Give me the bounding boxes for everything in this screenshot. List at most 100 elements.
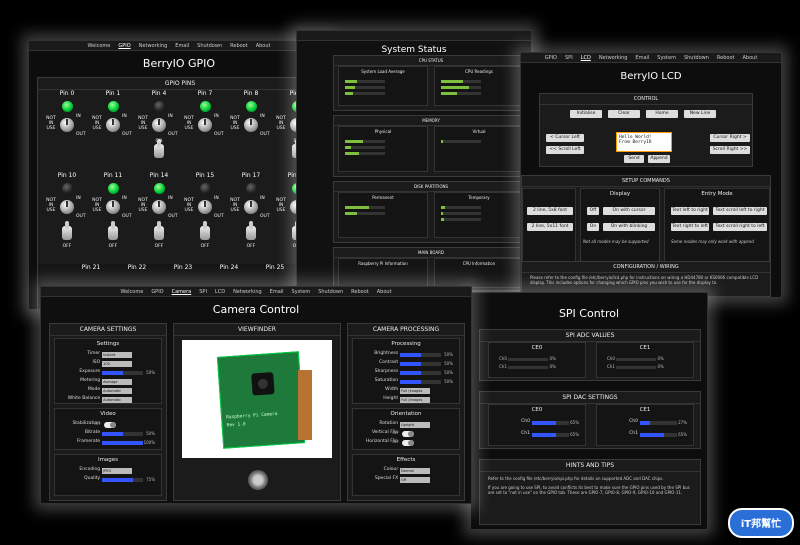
brightness-row[interactable]: Brightness 50% [357, 351, 455, 359]
dac-ce0-ch1[interactable]: Ch1 65% [493, 431, 581, 439]
brightness-slider[interactable] [400, 353, 442, 357]
gpio-toggle-switch[interactable] [200, 221, 210, 240]
gpio-pin[interactable]: Pin 15 NOT IN USE IN OUT OFF [182, 172, 228, 252]
gpio-mode-knob[interactable] [152, 200, 166, 214]
dac-ce0-ch1-slider[interactable] [531, 433, 569, 437]
special-fx-row[interactable]: Special FX Off [357, 476, 455, 484]
nav-item-networking[interactable]: Networking [599, 53, 628, 62]
vertical-flip-toggle[interactable] [402, 431, 415, 437]
gpio-pin[interactable]: Pin 11 NOT IN USE IN OUT OFF [90, 172, 136, 252]
gpio-pin[interactable]: Pin 23 [160, 264, 206, 284]
entry-scroll-ltr-button[interactable]: Text scroll left to right [713, 207, 767, 215]
bitrate-slider[interactable] [102, 432, 144, 436]
gpio-mode-knob[interactable] [198, 118, 212, 132]
scroll-right-button[interactable]: Scroll Right >> [710, 146, 750, 154]
nav-item-gpio[interactable]: GPIO [545, 53, 557, 62]
gpio-toggle-switch[interactable] [62, 221, 72, 240]
nav-item-system[interactable]: System [292, 287, 311, 296]
nav-item-camera[interactable]: Camera [172, 287, 192, 296]
exposure-row[interactable]: Exposure 50% [59, 369, 157, 377]
display-on-cursor-button[interactable]: On with cursor [603, 207, 655, 215]
exposure-slider[interactable] [102, 371, 144, 375]
nav-item-welcome[interactable]: Welcome [120, 287, 143, 296]
gpio-toggle-switch[interactable] [246, 221, 256, 240]
nav-item-shutdown[interactable]: Shutdown [318, 287, 343, 296]
nav-item-networking[interactable]: Networking [139, 41, 168, 50]
gpio-pin[interactable]: Pin 24 [206, 264, 252, 284]
lcd-home-button[interactable]: Home [646, 110, 678, 118]
stabilization-row[interactable]: Stabilization OFF [59, 421, 157, 429]
gpio-toggle-switch[interactable] [154, 221, 164, 240]
nav-item-reboot[interactable]: Reboot [717, 53, 735, 62]
timer-row[interactable]: Timer Instant [59, 351, 157, 359]
sharpness-slider[interactable] [400, 371, 442, 375]
cursor-left-button[interactable]: < Cursor Left [546, 134, 584, 142]
stabilization-toggle[interactable] [104, 422, 117, 428]
dac-ce0-ch0-slider[interactable] [531, 421, 569, 425]
dac-ce1-ch0[interactable]: Ch0 27% [601, 419, 689, 427]
width-row[interactable]: WidthFull (images only) [357, 387, 455, 399]
nav-item-about[interactable]: About [256, 41, 271, 50]
gpio-toggle-switch[interactable] [108, 221, 118, 240]
encoding-row[interactable]: Encoding JPEG (compressed) [59, 467, 157, 479]
gpio-pin[interactable]: Pin 7 NOT IN USE IN OUT [182, 90, 228, 170]
metering-row[interactable]: Metering Average [59, 378, 157, 386]
encoding-select[interactable]: JPEG (compressed) [102, 468, 132, 479]
mode-row[interactable]: Mode Automatic [59, 387, 157, 395]
nav-item-gpio[interactable]: GPIO [118, 41, 130, 50]
gpio-toggle-switch[interactable] [154, 139, 164, 158]
2line-5x11-button[interactable]: 2 line, 5x11 font [527, 223, 573, 231]
saturation-slider[interactable] [400, 380, 442, 384]
nav-item-lcd[interactable]: LCD [581, 53, 591, 62]
gpio-mode-knob[interactable] [198, 200, 212, 214]
quality-slider[interactable] [102, 478, 144, 482]
mode-select[interactable]: Automatic [102, 388, 132, 394]
framerate-row[interactable]: Framerate 100% [59, 439, 157, 447]
display-off-button[interactable]: Off [587, 207, 599, 215]
gpio-pin[interactable]: Pin 10 NOT IN USE IN OUT OFF [44, 172, 90, 252]
white-balance-row[interactable]: White Balance Automatic [59, 396, 157, 404]
nav-item-spi[interactable]: SPI [199, 287, 207, 296]
iso-select[interactable]: 100 [102, 361, 132, 367]
special-fx-select[interactable]: Off [400, 477, 430, 483]
gpio-mode-knob[interactable] [244, 200, 258, 214]
nav-item-about[interactable]: About [743, 53, 758, 62]
gpio-pin[interactable]: Pin 21 [68, 264, 114, 284]
nav-item-reboot[interactable]: Reboot [351, 287, 369, 296]
gpio-mode-knob[interactable] [106, 118, 120, 132]
lcd-clear-button[interactable]: Clear [608, 110, 640, 118]
quality-row[interactable]: Quality 75% [59, 476, 157, 484]
height-select[interactable]: Full (images only) [400, 397, 430, 408]
gpio-pin[interactable]: Pin 17 NOT IN USE IN OUT OFF [228, 172, 274, 252]
entry-rtl-button[interactable]: Text right to left [671, 223, 709, 231]
cursor-right-button[interactable]: Cursor Right > [710, 134, 750, 142]
dac-ce1-ch1-slider[interactable] [639, 433, 677, 437]
sharpness-row[interactable]: Sharpness 50% [357, 369, 455, 377]
width-select[interactable]: Full (images only) [400, 388, 430, 399]
framerate-slider[interactable] [102, 441, 144, 445]
gpio-pin[interactable]: Pin 14 NOT IN USE IN OUT OFF [136, 172, 182, 252]
gpio-mode-knob[interactable] [244, 118, 258, 132]
colour-select[interactable]: Normal [400, 468, 430, 474]
iso-row[interactable]: ISO 100 [59, 360, 157, 368]
gpio-pin[interactable]: Pin 4 NOT IN USE IN OUT ON [136, 90, 182, 170]
lcd-new-line-button[interactable]: New Line [684, 110, 716, 118]
gpio-pin[interactable]: Pin 0 NOT IN USE IN OUT [44, 90, 90, 170]
horizontal-flip-toggle[interactable] [402, 440, 415, 446]
nav-item-reboot[interactable]: Reboot [230, 41, 248, 50]
append-button[interactable]: Append [648, 155, 670, 163]
entry-scroll-rtl-button[interactable]: Text scroll right to left [713, 223, 767, 231]
display-on-button[interactable]: On [587, 223, 599, 231]
saturation-row[interactable]: Saturation 50% [357, 378, 455, 386]
horizontal-flip-row[interactable]: Horizontal Flip OFF [357, 439, 455, 447]
rotation-select[interactable]: Upright [400, 422, 430, 428]
colour-row[interactable]: Colour Normal [357, 467, 455, 475]
gpio-mode-knob[interactable] [60, 118, 74, 132]
dac-ce1-ch1[interactable]: Ch1 65% [601, 431, 689, 439]
nav-item-gpio[interactable]: GPIO [151, 287, 163, 296]
display-on-blink-button[interactable]: On with blinking cursor [603, 223, 655, 237]
nav-item-email[interactable]: Email [175, 41, 189, 50]
gpio-mode-knob[interactable] [152, 118, 166, 132]
timer-select[interactable]: Instant [102, 352, 132, 358]
dac-ce1-ch0-slider[interactable] [639, 421, 677, 425]
